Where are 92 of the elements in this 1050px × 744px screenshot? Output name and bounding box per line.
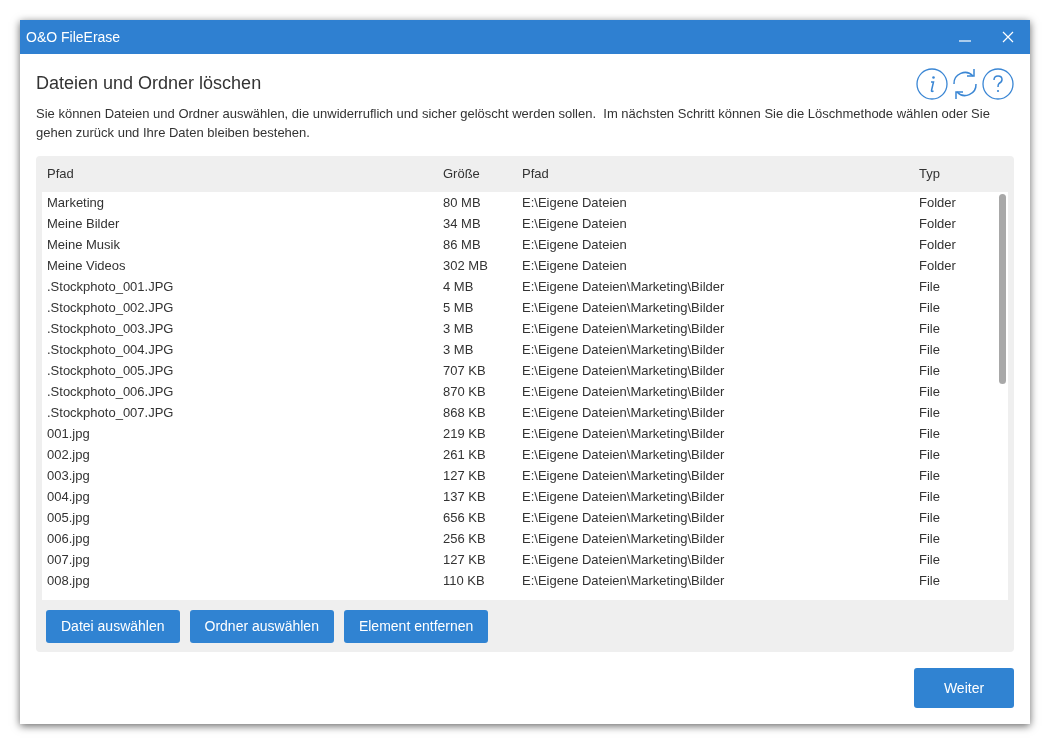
help-icon[interactable]	[982, 68, 1014, 100]
table-cell-text: Meine Bilder	[47, 214, 121, 233]
table-cell-text: File	[919, 319, 941, 338]
table-cell-text: E:\Eigene Dateien\Marketing\Bilder	[522, 445, 726, 464]
table-cell-text: File	[919, 529, 941, 548]
table-cell-text: 3 MB	[443, 340, 475, 359]
close-icon[interactable]	[1002, 31, 1014, 43]
table-cell-text: 002.jpg	[47, 445, 91, 464]
table-cell-text: .Stockphoto_007.JPG	[47, 403, 175, 422]
table-cell-text: 4 MB	[443, 277, 475, 296]
column-header[interactable]: Pfad	[522, 164, 919, 184]
table-cell-text: 006.jpg	[47, 529, 91, 548]
table-cell-text: .Stockphoto_006.JPG	[47, 382, 175, 401]
table-cell-text: E:\Eigene Dateien\Marketing\Bilder	[522, 487, 726, 506]
description-text: Sie können Dateien und Ordner auswählen, die unwiderruflich und sicher gelöscht werden sollen. Im nächsten Schritt können Sie die Löschmethode wählen oder Sie gehen zurück und Ihre Daten bleiben bestehen.	[36, 105, 991, 142]
table-cell-text: File	[919, 361, 941, 380]
table-cell-text: E:\Eigene Dateien\Marketing\Bilder	[522, 403, 726, 422]
table-cell-text: 656 KB	[443, 508, 487, 527]
table-cell-text: E:\Eigene Dateien\Marketing\Bilder	[522, 340, 726, 359]
table-cell-text: File	[919, 298, 941, 317]
table-cell-text: Meine Videos	[47, 256, 127, 275]
table-cell-text: 3 MB	[443, 319, 475, 338]
table-cell-text: 261 KB	[443, 445, 487, 464]
table-cell-text: 005.jpg	[47, 508, 91, 527]
table-cell-text: File	[919, 277, 941, 296]
table-cell-text: File	[919, 466, 941, 485]
table-cell-text: 008.jpg	[47, 571, 91, 590]
table-cell-text: File	[919, 424, 941, 443]
column-header[interactable]: Größe	[443, 164, 522, 184]
table-cell-text: File	[919, 571, 941, 590]
info-icon[interactable]	[916, 68, 948, 100]
table-cell-text: .Stockphoto_001.JPG	[47, 277, 175, 296]
table-cell-text: File	[919, 382, 941, 401]
table-cell-text: Folder	[919, 256, 957, 275]
table-cell-text: .Stockphoto_005.JPG	[47, 361, 175, 380]
table-cell-text: E:\Eigene Dateien	[522, 214, 628, 233]
table-cell-text: 707 KB	[443, 361, 487, 380]
panel-button[interactable]: Ordner auswählen	[189, 610, 334, 643]
table-cell-text: .Stockphoto_003.JPG	[47, 319, 175, 338]
table-cell-text: 86 MB	[443, 235, 482, 254]
table-cell-text: Meine Musik	[47, 235, 121, 254]
table-cell-text: E:\Eigene Dateien\Marketing\Bilder	[522, 298, 726, 317]
panel-button[interactable]: Datei auswählen	[46, 610, 180, 643]
table-cell-text: 256 KB	[443, 529, 487, 548]
table-cell-text: 110 KB	[443, 571, 486, 590]
table-cell-text: File	[919, 403, 941, 422]
table-cell-text: 001.jpg	[47, 424, 91, 443]
table-cell-text: .Stockphoto_002.JPG	[47, 298, 175, 317]
table-cell-text: 127 KB	[443, 466, 487, 485]
table-cell-text: 5 MB	[443, 298, 475, 317]
table-cell-text: File	[919, 445, 941, 464]
table-cell-text: E:\Eigene Dateien\Marketing\Bilder	[522, 550, 726, 569]
page-heading: Dateien und Ordner löschen	[36, 72, 262, 95]
table-cell-text: 127 KB	[443, 550, 487, 569]
table-cell-text: .Stockphoto_004.JPG	[47, 340, 175, 359]
column-header[interactable]: Pfad	[47, 164, 443, 184]
table-cell-text: Marketing	[47, 193, 106, 212]
table-cell-text: E:\Eigene Dateien	[522, 235, 628, 254]
refresh-icon[interactable]	[950, 68, 980, 100]
table-cell-text: 870 KB	[443, 382, 487, 401]
next-button[interactable]: Weiter	[914, 668, 1014, 708]
table-cell-text: 004.jpg	[47, 487, 91, 506]
window-title: O&O FileErase	[26, 27, 121, 47]
table-cell-text: E:\Eigene Dateien	[522, 256, 628, 275]
table-cell-text: E:\Eigene Dateien\Marketing\Bilder	[522, 508, 726, 527]
table-cell-text: E:\Eigene Dateien\Marketing\Bilder	[522, 319, 726, 338]
table-cell-text: 868 KB	[443, 403, 487, 422]
table-cell-text: E:\Eigene Dateien\Marketing\Bilder	[522, 529, 726, 548]
table-cell-text: Folder	[919, 214, 957, 233]
table-cell-text: 219 KB	[443, 424, 487, 443]
table-cell-text: 137 KB	[443, 487, 487, 506]
column-header[interactable]: Typ	[919, 164, 997, 184]
table-cell-text: File	[919, 550, 941, 569]
table-cell-text: 34 MB	[443, 214, 482, 233]
table-cell-text: 003.jpg	[47, 466, 91, 485]
table-cell-text: 007.jpg	[47, 550, 91, 569]
table-cell-text: 80 MB	[443, 193, 482, 212]
scrollbar-thumb[interactable]	[999, 194, 1006, 384]
panel-button[interactable]: Element entfernen	[343, 610, 489, 643]
table-cell-text: File	[919, 508, 941, 527]
table-cell-text: E:\Eigene Dateien\Marketing\Bilder	[522, 361, 726, 380]
table-cell-text: E:\Eigene Dateien\Marketing\Bilder	[522, 382, 726, 401]
table-cell-text: File	[919, 487, 941, 506]
table-cell-text: E:\Eigene Dateien\Marketing\Bilder	[522, 277, 726, 296]
table-cell-text: E:\Eigene Dateien\Marketing\Bilder	[522, 466, 726, 485]
table-cell-text: 302 MB	[443, 256, 489, 275]
table-cell-text: E:\Eigene Dateien\Marketing\Bilder	[522, 571, 726, 590]
table-cell-text: E:\Eigene Dateien	[522, 193, 628, 212]
table-cell-text: File	[919, 340, 941, 359]
table-cell-text: Folder	[919, 235, 957, 254]
table-cell-text: E:\Eigene Dateien\Marketing\Bilder	[522, 424, 726, 443]
table-cell-text: Folder	[919, 193, 957, 212]
